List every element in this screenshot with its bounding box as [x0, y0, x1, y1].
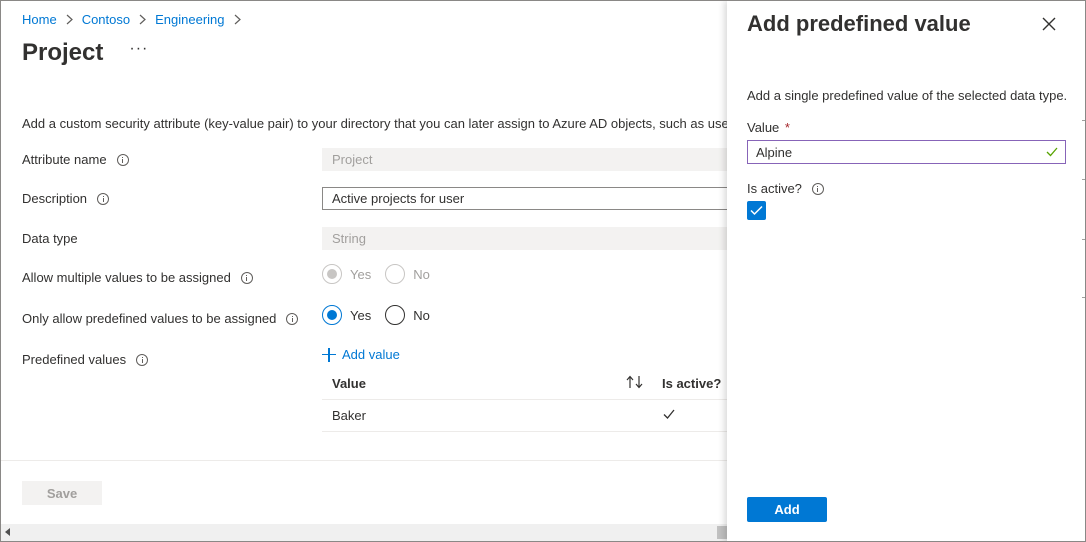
scroll-speck: [1082, 120, 1085, 121]
allow-multiple-radio-group: Yes No: [322, 264, 444, 284]
info-icon[interactable]: [116, 153, 129, 166]
predefined-values-table: Value Is active? Baker: [322, 367, 727, 432]
required-marker: *: [784, 120, 790, 135]
data-type-label: Data type: [22, 231, 78, 246]
description-label-row: Description: [22, 191, 110, 206]
page-title: Project: [22, 39, 104, 66]
footer-divider: [1, 460, 727, 461]
table-cell-value: Baker: [332, 408, 366, 423]
only-predefined-yes-label[interactable]: Yes: [350, 308, 371, 323]
scroll-speck: [1082, 239, 1085, 240]
only-predefined-yes-radio[interactable]: [322, 305, 342, 325]
add-button[interactable]: Add: [747, 497, 827, 522]
breadcrumb: Home Contoso Engineering: [22, 12, 250, 27]
info-icon[interactable]: [240, 271, 253, 284]
only-predefined-label-row: Only allow predefined values to be assig…: [22, 311, 299, 326]
attribute-name-label-row: Attribute name: [22, 152, 129, 167]
table-header: Value Is active?: [322, 367, 727, 400]
title-row: Project ···: [22, 39, 148, 67]
plus-icon: [322, 347, 336, 362]
chevron-right-icon: [234, 14, 241, 25]
vertical-scrollbar-track: [1079, 1, 1085, 541]
allow-multiple-yes-label: Yes: [350, 266, 372, 282]
only-predefined-no-label[interactable]: No: [413, 308, 430, 323]
allow-multiple-label-row: Allow multiple values to be assigned: [22, 270, 253, 285]
description-field[interactable]: Active projects for user: [322, 187, 727, 210]
chevron-right-icon: [66, 14, 73, 25]
table-row[interactable]: Baker: [322, 400, 727, 432]
main-content: Home Contoso Engineering Project ··· Add…: [1, 1, 727, 541]
chevron-right-icon: [139, 14, 147, 25]
description-label: Description: [22, 191, 88, 206]
only-predefined-no-radio[interactable]: [385, 305, 406, 325]
info-icon[interactable]: [97, 192, 110, 205]
data-type-field: String: [322, 227, 727, 250]
breadcrumb-contoso[interactable]: Contoso: [82, 12, 130, 27]
scroll-speck: [1082, 297, 1085, 298]
add-predefined-value-panel: Add predefined value Add a single predef…: [727, 1, 1085, 541]
is-active-label: Is active?: [747, 181, 802, 196]
save-button: Save: [22, 481, 102, 505]
more-options-button[interactable]: ···: [129, 40, 148, 58]
allow-multiple-yes-radio: [322, 264, 342, 284]
attribute-name-label: Attribute name: [22, 152, 107, 167]
is-active-checkbox[interactable]: [747, 201, 766, 220]
allow-multiple-no-radio: [385, 264, 406, 284]
checkmark-icon: [750, 205, 763, 216]
intro-text: Add a custom security attribute (key-val…: [22, 116, 727, 131]
value-input[interactable]: Alpine: [747, 140, 1066, 164]
scroll-speck: [1082, 179, 1085, 180]
close-icon[interactable]: [1041, 16, 1057, 32]
predefined-values-label-row: Predefined values: [22, 352, 149, 367]
app-window: Home Contoso Engineering Project ··· Add…: [0, 0, 1086, 542]
valid-check-icon: [1046, 147, 1058, 157]
panel-description: Add a single predefined value of the sel…: [747, 88, 1068, 103]
checkmark-icon: [663, 409, 675, 419]
column-header-is-active[interactable]: Is active?: [662, 376, 721, 391]
info-icon[interactable]: [811, 182, 824, 195]
only-predefined-label: Only allow predefined values to be assig…: [22, 311, 277, 326]
scroll-left-arrow-icon[interactable]: [5, 528, 10, 536]
horizontal-scrollbar[interactable]: [1, 524, 727, 541]
scrollbar-thumb[interactable]: [717, 526, 727, 539]
allow-multiple-label: Allow multiple values to be assigned: [22, 270, 231, 285]
breadcrumb-home[interactable]: Home: [22, 12, 57, 27]
data-type-label-row: Data type: [22, 231, 78, 246]
is-active-label-row: Is active?: [747, 181, 824, 196]
sort-icon[interactable]: [626, 375, 644, 392]
value-label-row: Value *: [747, 120, 790, 135]
breadcrumb-engineering[interactable]: Engineering: [155, 12, 224, 27]
info-icon[interactable]: [286, 312, 299, 325]
column-header-value[interactable]: Value: [332, 376, 366, 391]
panel-title: Add predefined value: [747, 11, 971, 36]
add-value-button[interactable]: Add value: [322, 347, 400, 362]
attribute-name-field: Project: [322, 148, 727, 171]
predefined-values-label: Predefined values: [22, 352, 127, 367]
only-predefined-radio-group: Yes No: [322, 305, 444, 325]
info-icon[interactable]: [136, 353, 149, 366]
allow-multiple-no-label: No: [413, 266, 430, 282]
add-value-label: Add value: [342, 347, 400, 362]
value-label: Value: [747, 120, 780, 135]
